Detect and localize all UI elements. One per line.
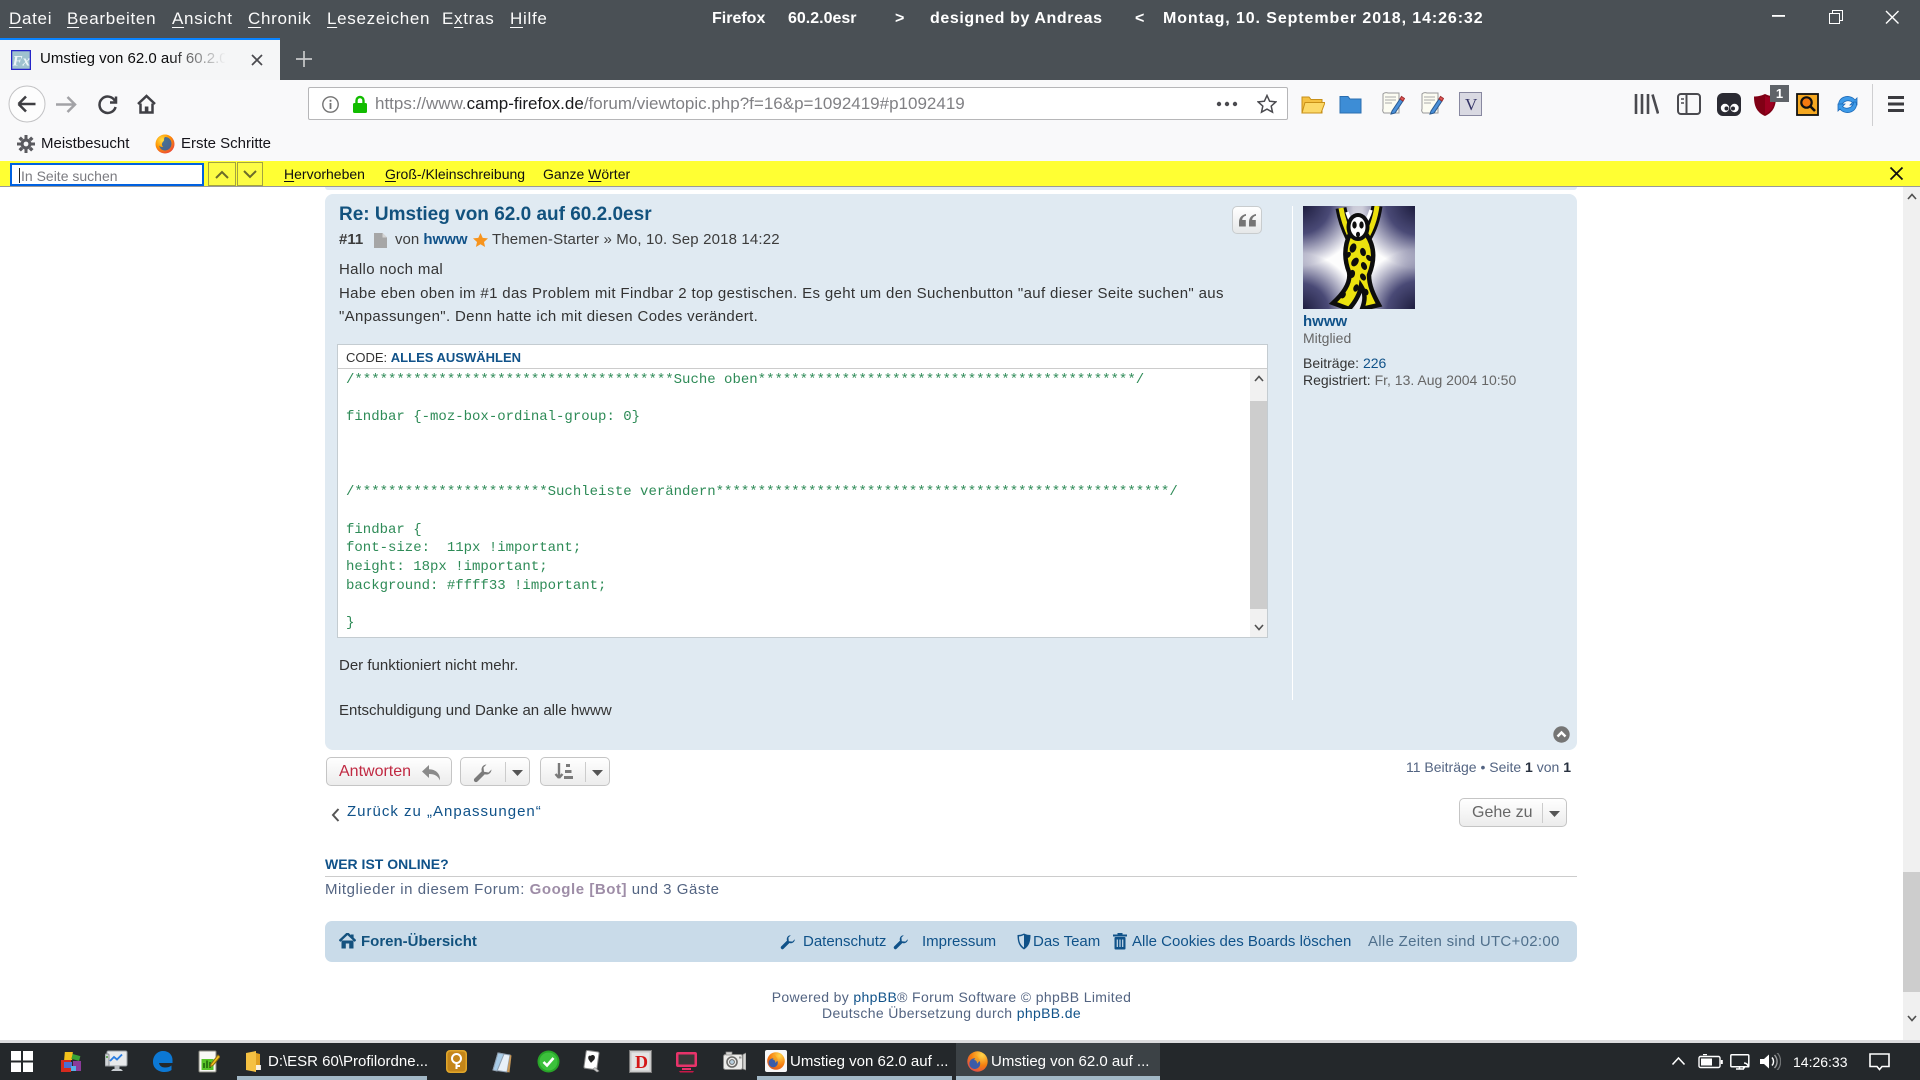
svg-text:V: V [1465,95,1478,114]
svg-text:D: D [635,1052,648,1072]
svg-text:Fx: Fx [12,54,31,70]
